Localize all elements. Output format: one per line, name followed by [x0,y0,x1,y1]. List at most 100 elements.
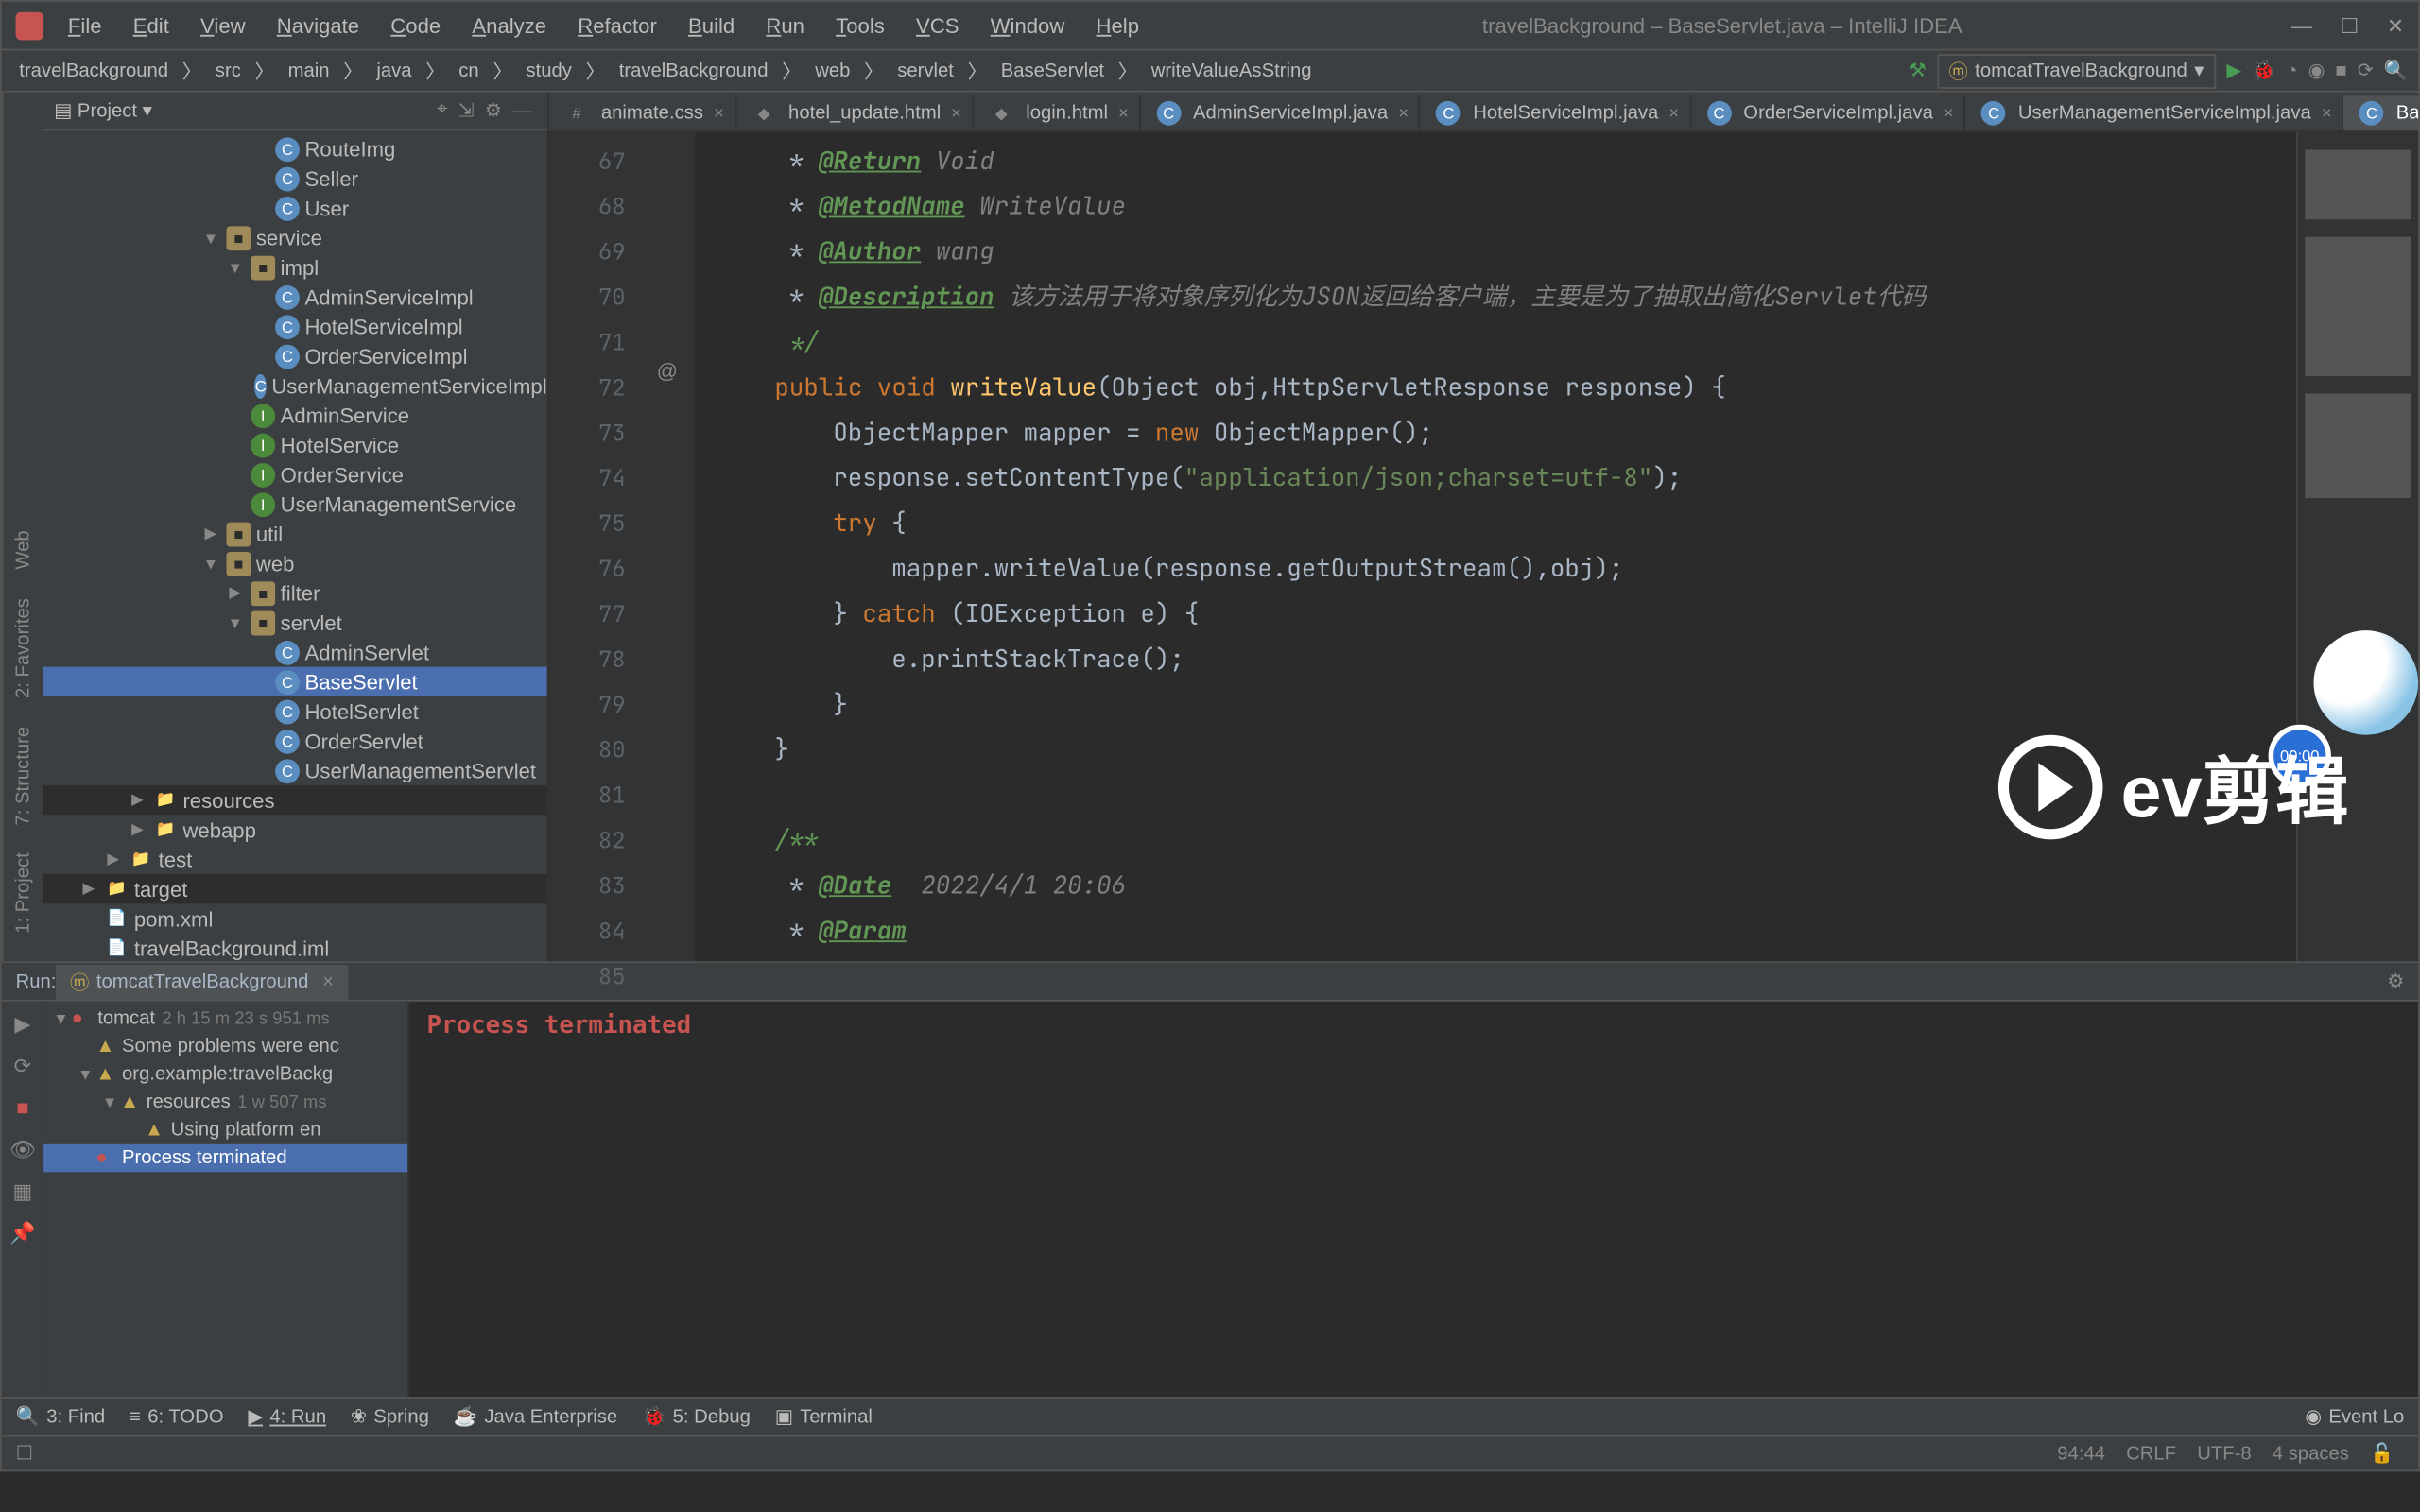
editor-tab-baseservlet-java[interactable]: CBaseServlet.java× [2343,95,2418,130]
tree-node-service[interactable]: ▼■service [43,223,547,252]
tree-node-target[interactable]: ▶📁target [43,874,547,903]
debug-icon[interactable]: 🐞 [2252,60,2275,82]
indent[interactable]: 4 spaces [2273,1443,2349,1464]
close-tab-icon[interactable]: × [1118,104,1129,123]
code-line[interactable]: try { [716,502,2296,547]
editor-tab-usermanagementserviceimpl-java[interactable]: CUserManagementServiceImpl.java× [1966,95,2344,130]
code-line[interactable]: * @Description 该方法用于将对象序列化为JSON返回给客户端，主要… [716,275,2296,320]
toolwindow-1--project[interactable]: 1: Project [9,838,37,947]
menu-code[interactable]: Code [377,9,455,41]
code-line[interactable]: } [716,728,2296,773]
tree-node-hotelserviceimpl[interactable]: CHotelServiceImpl [43,312,547,341]
breadcrumb[interactable]: java [370,60,419,81]
tree-node-hotelservice[interactable]: IHotelService [43,430,547,459]
menu-run[interactable]: Run [752,9,819,41]
editor-tab-animate-css[interactable]: #animate.css× [549,95,736,130]
editor-tab-hotel_update-html[interactable]: ◆hotel_update.html× [736,95,974,130]
run-tree-item[interactable]: ▲Some problems were enc [43,1033,407,1060]
run-icon[interactable]: ▶ [2226,60,2241,82]
editor-tab-login-html[interactable]: ◆login.html× [974,95,1141,130]
tree-node-usermanagementservlet[interactable]: CUserManagementServlet [43,756,547,785]
close-tab-icon[interactable]: × [1398,104,1409,123]
tree-node-usermanagementserviceimpl[interactable]: CUserManagementServiceImpl [43,371,547,401]
tree-node-impl[interactable]: ▼■impl [43,252,547,282]
code-line[interactable]: /** [716,818,2296,864]
tree-node-hotelservlet[interactable]: CHotelServlet [43,696,547,726]
code-line[interactable]: * @Author wang [716,230,2296,275]
expand-icon[interactable]: ⇲ [458,99,475,122]
close-tab-icon[interactable]: × [1944,104,1954,123]
run-tab[interactable]: ⓜ tomcatTravelBackground × [56,964,347,999]
pin-icon[interactable]: 📌 [9,1221,36,1246]
tree-node-resources[interactable]: ▶📁resources [43,785,547,815]
close-tab-icon[interactable]: × [714,104,724,123]
hide-icon[interactable]: — [512,100,531,121]
menu-file[interactable]: File [54,9,115,41]
run-tree-item[interactable]: ▼▲org.example:travelBackg [43,1060,407,1088]
code-line[interactable]: } [716,682,2296,728]
breadcrumb[interactable]: travelBackground [12,60,176,81]
code-line[interactable]: response.setContentType("application/jso… [716,456,2296,502]
tree-node-util[interactable]: ▶■util [43,519,547,548]
caret-position[interactable]: 94:44 [2057,1443,2105,1464]
run-tree-item[interactable]: ▼●tomcat2 h 15 m 23 s 951 ms [43,1005,407,1032]
tree-node-test[interactable]: ▶📁test [43,845,547,874]
code-line[interactable]: * @Date 2022/4/1 20:06 [716,864,2296,909]
close-tab-icon[interactable]: × [1668,104,1679,123]
tree-node-filter[interactable]: ▶■filter [43,578,547,608]
run-tree-item[interactable]: ▲Using platform en [43,1116,407,1143]
tree-node-orderserviceimpl[interactable]: COrderServiceImpl [43,341,547,370]
toolwindow-web[interactable]: Web [9,517,37,584]
run-tree-item[interactable]: ●Process terminated [43,1144,407,1172]
close-run-tab-icon[interactable]: × [322,971,334,991]
coverage-icon[interactable]: ◔ [2286,60,2297,81]
menu-build[interactable]: Build [674,9,749,41]
stop-icon[interactable]: ■ [2335,60,2346,81]
menu-refactor[interactable]: Refactor [563,9,670,41]
menu-analyze[interactable]: Analyze [458,9,561,41]
editor-tab-orderserviceimpl-java[interactable]: COrderServiceImpl.java× [1691,95,1966,130]
close-tab-icon[interactable]: × [951,104,961,123]
bottom-tab-terminal[interactable]: ▣Terminal [775,1405,873,1428]
bottom-tab-6-todo[interactable]: ≡6: TODO [130,1406,224,1427]
run-config-dropdown[interactable]: ⓜtomcatTravelBackground▾ [1937,53,2217,88]
menu-window[interactable]: Window [977,9,1079,41]
close-tab-icon[interactable]: × [2322,104,2332,123]
breadcrumb[interactable]: main [281,60,337,81]
breadcrumb[interactable]: src [208,60,248,81]
restart-icon[interactable]: ⟳ [14,1054,32,1078]
bottom-tab-spring[interactable]: ❀Spring [351,1405,429,1428]
breadcrumb[interactable]: web [808,60,857,81]
minimize-icon[interactable]: — [2291,13,2312,38]
readonly-icon[interactable]: 🔓 [2370,1442,2394,1465]
tree-node-orderservice[interactable]: IOrderService [43,460,547,490]
code-line[interactable]: mapper.writeValue(response.getOutputStre… [716,547,2296,593]
layout-icon[interactable]: ▦ [13,1179,33,1204]
tree-node-user[interactable]: CUser [43,194,547,223]
menu-view[interactable]: View [186,9,259,41]
code-line[interactable] [716,773,2296,818]
toolwindow-2--favorites[interactable]: 2: Favorites [9,584,37,712]
gear-icon[interactable]: ⚙ [485,99,502,122]
show-icon[interactable]: 👁 [9,1137,36,1161]
tree-node-orderservlet[interactable]: COrderServlet [43,727,547,756]
event-log[interactable]: ◉ Event Lo [2305,1405,2404,1428]
stop-icon[interactable]: ■ [16,1095,28,1120]
menu-tools[interactable]: Tools [821,9,898,41]
bottom-tab-3-find[interactable]: 🔍3: Find [16,1405,106,1428]
code-line[interactable]: ObjectMapper mapper = new ObjectMapper()… [716,411,2296,456]
menu-vcs[interactable]: VCS [902,9,973,41]
code-line[interactable]: */ [716,320,2296,366]
code-line[interactable]: } catch (IOException e) { [716,593,2296,638]
tree-node-travelbackground-iml[interactable]: 📄travelBackground.iml [43,934,547,961]
breadcrumb[interactable]: cn [452,60,486,81]
tree-node-seller[interactable]: CSeller [43,163,547,193]
maximize-icon[interactable]: ☐ [2340,13,2359,38]
run-settings-icon[interactable]: ⚙ [2387,971,2404,993]
bottom-tab-5-debug[interactable]: 🐞5: Debug [642,1405,751,1428]
code-line[interactable]: * @Param [716,909,2296,954]
code-line[interactable]: public void writeValue(Object obj,HttpSe… [716,366,2296,411]
profile-icon[interactable]: ◉ [2308,60,2325,82]
search-icon[interactable]: 🔍 [2384,60,2408,82]
bottom-tab-4-run[interactable]: ▶4: Run [248,1405,326,1428]
